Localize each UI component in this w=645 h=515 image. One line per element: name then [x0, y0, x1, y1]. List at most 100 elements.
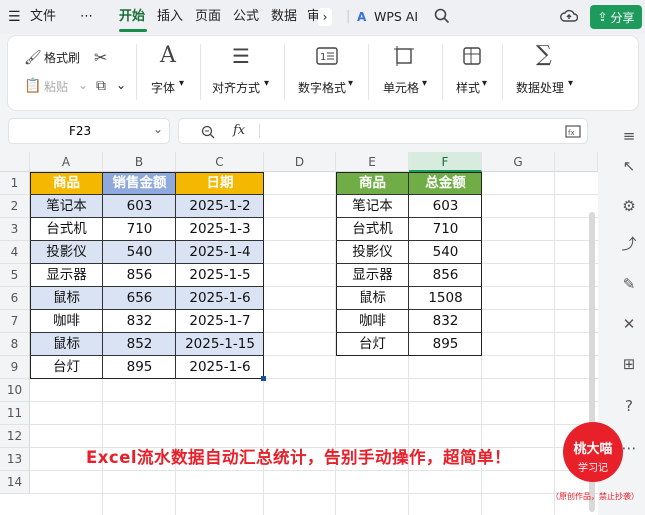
number-format-button[interactable]: 数字格式: [298, 79, 346, 96]
table1-cell[interactable]: 540: [103, 241, 176, 264]
name-box[interactable]: F23 ⌄: [8, 118, 170, 144]
zoom-icon[interactable]: [201, 124, 215, 143]
table2-cell[interactable]: 603: [409, 195, 482, 218]
transform-icon[interactable]: ⤴: [621, 236, 637, 252]
table2-cell[interactable]: 台式机: [336, 218, 409, 241]
table1-cell[interactable]: 2025-1-6: [176, 287, 264, 310]
table1-cell[interactable]: 656: [103, 287, 176, 310]
column-header-b[interactable]: B: [103, 152, 176, 172]
expand-formula-icon[interactable]: fx: [565, 123, 581, 143]
font-button[interactable]: 字体: [151, 79, 175, 96]
align-button[interactable]: 对齐方式: [212, 79, 260, 96]
more-menu-icon[interactable]: ⋯: [80, 8, 93, 26]
table1-cell[interactable]: 2025-1-15: [176, 333, 264, 356]
table2-cell[interactable]: 1508: [409, 287, 482, 310]
table1-cell[interactable]: 笔记本: [30, 195, 103, 218]
table1-cell[interactable]: 852: [103, 333, 176, 356]
table2-cell[interactable]: 895: [409, 333, 482, 356]
table1-cell[interactable]: 2025-1-3: [176, 218, 264, 241]
menu-icon[interactable]: ≡: [621, 128, 637, 144]
wps-ai-button[interactable]: WPS AI: [374, 8, 418, 26]
table1-cell[interactable]: 台式机: [30, 218, 103, 241]
select-all-corner[interactable]: [0, 152, 30, 172]
table1-cell[interactable]: 856: [103, 264, 176, 287]
table1-cell[interactable]: 显示器: [30, 264, 103, 287]
search-icon[interactable]: [434, 8, 450, 26]
pen-icon[interactable]: ✎: [621, 276, 637, 292]
tab-formula[interactable]: 公式: [233, 8, 259, 26]
chevron-down-icon[interactable]: ⌄: [153, 122, 163, 136]
table2-cell[interactable]: 856: [409, 264, 482, 287]
table1-cell[interactable]: 鼠标: [30, 287, 103, 310]
more-options-icon[interactable]: ⋯: [621, 440, 637, 456]
chevron-right-icon[interactable]: ›: [318, 8, 332, 26]
column-header-f[interactable]: F: [409, 152, 482, 172]
row-header[interactable]: 12: [0, 425, 30, 448]
book-icon[interactable]: ⊞: [621, 356, 637, 372]
table1-cell[interactable]: 2025-1-7: [176, 310, 264, 333]
table1-cell[interactable]: 投影仪: [30, 241, 103, 264]
row-header[interactable]: 10: [0, 379, 30, 402]
row-header[interactable]: 13: [0, 448, 30, 471]
menu-icon[interactable]: ☰: [8, 8, 21, 26]
table2-cell[interactable]: 投影仪: [336, 241, 409, 264]
tools-icon[interactable]: ✕: [621, 316, 637, 332]
table2-cell[interactable]: 832: [409, 310, 482, 333]
table1-header-cell[interactable]: 销售金额: [103, 172, 176, 195]
table1-header-cell[interactable]: 日期: [176, 172, 264, 195]
table2-cell[interactable]: 咖啡: [336, 310, 409, 333]
table2-cell[interactable]: 710: [409, 218, 482, 241]
data-processing-dropdown-icon[interactable]: ▾: [568, 78, 573, 89]
table1-cell[interactable]: 咖啡: [30, 310, 103, 333]
menu-file[interactable]: 文件: [30, 8, 56, 26]
row-header[interactable]: 4: [0, 241, 30, 264]
cursor-select-icon[interactable]: ↖: [621, 158, 637, 174]
column-header-d[interactable]: D: [264, 152, 336, 172]
tab-page[interactable]: 页面: [195, 8, 221, 26]
cloud-upload-icon[interactable]: [560, 8, 579, 26]
row-header[interactable]: 7: [0, 310, 30, 333]
adjust-icon[interactable]: ⚙: [621, 198, 637, 214]
row-header[interactable]: 5: [0, 264, 30, 287]
format-painter-button[interactable]: 格式刷: [44, 49, 80, 66]
table1-cell[interactable]: 603: [103, 195, 176, 218]
paste-dropdown-icon[interactable]: ⌄: [78, 78, 88, 92]
help-icon[interactable]: ?: [621, 398, 637, 414]
cell-button[interactable]: 单元格: [383, 79, 419, 96]
row-header[interactable]: 6: [0, 287, 30, 310]
column-header-c[interactable]: C: [176, 152, 264, 172]
table2-cell[interactable]: 台灯: [336, 333, 409, 356]
row-header[interactable]: 1: [0, 172, 30, 195]
row-header[interactable]: 3: [0, 218, 30, 241]
style-button[interactable]: 样式: [456, 79, 480, 96]
tab-insert[interactable]: 插入: [157, 8, 183, 26]
column-header-g[interactable]: G: [482, 152, 555, 172]
table1-cell[interactable]: 895: [103, 356, 176, 379]
cut-icon[interactable]: ✂: [94, 48, 107, 68]
table1-cell[interactable]: 鼠标: [30, 333, 103, 356]
paste-button[interactable]: 粘贴: [44, 78, 68, 95]
table1-cell[interactable]: 2025-1-6: [176, 356, 264, 379]
data-processing-button[interactable]: 数据处理: [516, 79, 564, 96]
fill-handle[interactable]: [261, 376, 266, 381]
style-dropdown-icon[interactable]: ▾: [482, 78, 487, 89]
row-header[interactable]: 11: [0, 402, 30, 425]
tab-home[interactable]: 开始: [119, 8, 145, 26]
table1-cell[interactable]: 2025-1-4: [176, 241, 264, 264]
table1-cell[interactable]: 2025-1-2: [176, 195, 264, 218]
row-header[interactable]: 9: [0, 356, 30, 379]
table2-cell[interactable]: 笔记本: [336, 195, 409, 218]
cell-dropdown-icon[interactable]: ▾: [422, 78, 427, 89]
table1-header-cell[interactable]: 商品: [30, 172, 103, 195]
table1-cell[interactable]: 832: [103, 310, 176, 333]
row-header[interactable]: 14: [0, 471, 30, 494]
table2-cell[interactable]: 鼠标: [336, 287, 409, 310]
column-header-e[interactable]: E: [336, 152, 409, 172]
tab-data[interactable]: 数据: [271, 8, 297, 26]
table1-cell[interactable]: 2025-1-5: [176, 264, 264, 287]
table2-header-cell[interactable]: 总金额: [409, 172, 482, 195]
table2-cell[interactable]: 显示器: [336, 264, 409, 287]
row-header[interactable]: 8: [0, 333, 30, 356]
table1-cell[interactable]: 台灯: [30, 356, 103, 379]
row-header[interactable]: 2: [0, 195, 30, 218]
